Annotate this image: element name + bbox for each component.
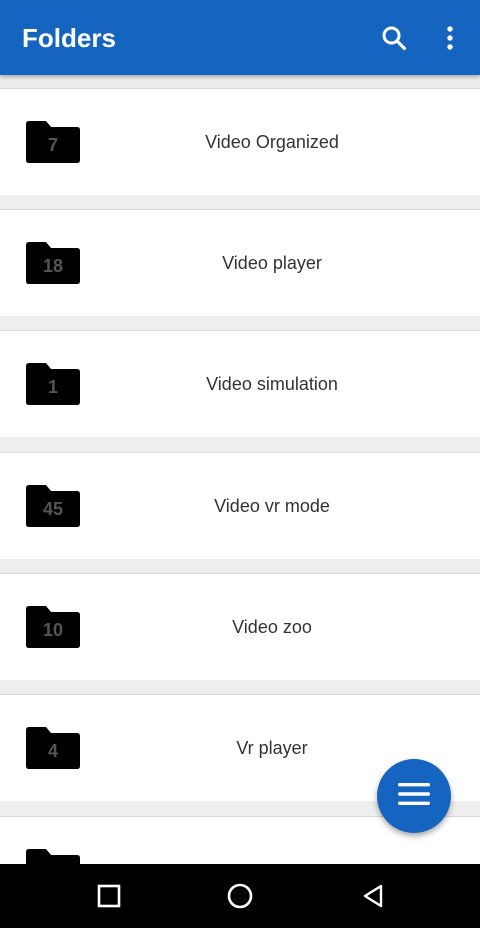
folder-item[interactable]: 45 Video vr mode	[0, 452, 480, 559]
system-nav-bar	[0, 864, 480, 928]
more-vertical-icon[interactable]	[432, 20, 468, 56]
folder-icon: 18	[26, 242, 80, 284]
folder-count: 10	[42, 620, 64, 640]
folder-name: Video player	[222, 253, 322, 273]
folder-name: Video vr mode	[214, 496, 330, 516]
search-icon[interactable]	[376, 20, 412, 56]
folder-item[interactable]: 18 Video player	[0, 209, 480, 316]
folder-name: Video zoo	[232, 617, 312, 637]
folder-name: Video simulation	[206, 374, 338, 394]
folder-item[interactable]: 7 Video Organized	[0, 88, 480, 195]
triangle-back-icon[interactable]	[355, 878, 391, 914]
folder-item[interactable]: 10 Video zoo	[0, 573, 480, 680]
folder-list: 7 Video Organized 18 Video player 1 Vide…	[0, 75, 480, 864]
folder-count: 7	[47, 135, 58, 155]
folder-icon: 4	[26, 727, 80, 769]
folder-icon: 7	[26, 121, 80, 163]
folder-count: 18	[42, 256, 64, 276]
folder-icon: 45	[26, 485, 80, 527]
menu-icon	[397, 782, 431, 811]
folder-count: 1	[47, 377, 58, 397]
menu-fab-button[interactable]	[377, 759, 451, 833]
folder-count: 45	[42, 499, 64, 519]
folder-icon: 10	[26, 606, 80, 648]
circle-icon[interactable]	[222, 878, 258, 914]
folder-icon	[26, 849, 80, 864]
folder-name: Video Organized	[205, 132, 339, 152]
square-icon[interactable]	[91, 878, 127, 914]
folder-count: 4	[47, 741, 58, 761]
folder-item[interactable]: 1 Video simulation	[0, 330, 480, 437]
app-bar: Folders	[0, 0, 480, 75]
folder-icon: 1	[26, 363, 80, 405]
page-title: Folders	[22, 23, 116, 53]
